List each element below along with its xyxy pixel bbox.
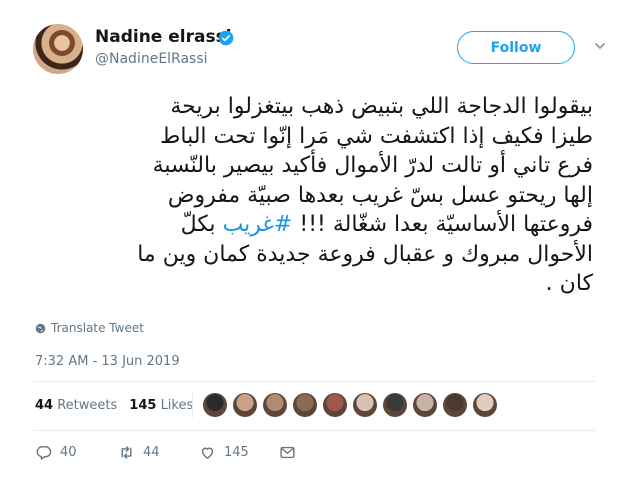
- liker-avatar[interactable]: [323, 393, 347, 417]
- tweet-line: إلها ريحتو عسل بسّ غريب بعدها صبيّة مفرو…: [167, 182, 593, 208]
- like-button[interactable]: 145: [199, 444, 279, 461]
- retweets-stat[interactable]: 44 Retweets: [35, 398, 117, 413]
- globe-icon: [35, 323, 46, 333]
- tweet-line-segment: بكلّ: [180, 212, 223, 237]
- likes-count: 145: [129, 398, 157, 413]
- tweet-line: طيزا فكيف إذا اكتشفت شي مَرا إنّوا تحت ا…: [160, 123, 593, 149]
- stats-separator: [192, 392, 193, 418]
- envelope-icon: [280, 446, 295, 459]
- retweets-count: 44: [35, 398, 54, 413]
- retweet-count: 44: [143, 445, 160, 460]
- likes-stat[interactable]: 145 Likes: [129, 398, 193, 413]
- reply-button[interactable]: 40: [35, 444, 118, 461]
- engagement-stats: 44 Retweets 145 Likes: [35, 398, 193, 413]
- liker-avatar[interactable]: [293, 393, 317, 417]
- retweet-icon: [121, 446, 132, 459]
- tweet-line-segment: فروعتها الأساسيّة بعدا شغّالة !!!: [292, 212, 593, 237]
- tweet-line: كان .: [545, 271, 593, 296]
- divider: [33, 381, 595, 382]
- verified-badge-icon: [218, 30, 234, 46]
- user-handle[interactable]: @NadineElRassi: [95, 51, 208, 67]
- chevron-down-icon[interactable]: [594, 40, 606, 52]
- liker-avatar[interactable]: [233, 393, 257, 417]
- liker-avatar[interactable]: [383, 393, 407, 417]
- divider: [33, 430, 595, 431]
- heart-icon: [201, 447, 214, 459]
- display-name[interactable]: Nadine elrassi: [95, 27, 232, 47]
- likes-label: Likes: [160, 398, 194, 413]
- liker-avatar[interactable]: [203, 393, 227, 417]
- avatar[interactable]: [33, 24, 83, 74]
- tweet-line: بيقولوا الدجاجة اللي بتبيض ذهب بيتغزلوا …: [170, 94, 593, 119]
- tweet-line: فرع تاني أو تالت لدرّ الأموال فأكيد بيصي…: [152, 153, 593, 178]
- liker-avatar[interactable]: [263, 393, 287, 417]
- retweets-label: Retweets: [57, 398, 118, 413]
- translate-label[interactable]: Translate Tweet: [51, 321, 144, 335]
- direct-message-button[interactable]: [279, 444, 296, 461]
- reply-count: 40: [60, 445, 77, 460]
- tweet-line: الأحوال مبروك و عقبال فروعة جديدة كمان و…: [137, 241, 593, 267]
- timestamp[interactable]: 7:32 AM - 13 Jun 2019: [35, 354, 180, 369]
- tweet-actions: 40 44 145: [35, 444, 296, 461]
- likers-avatars: [203, 393, 497, 417]
- retweet-button[interactable]: 44: [118, 444, 199, 461]
- liker-avatar[interactable]: [473, 393, 497, 417]
- liker-avatar[interactable]: [443, 393, 467, 417]
- like-count: 145: [224, 445, 249, 460]
- liker-avatar[interactable]: [353, 393, 377, 417]
- translate-tweet-link[interactable]: Translate Tweet: [35, 321, 144, 335]
- follow-button[interactable]: Follow: [457, 31, 575, 64]
- tweet-line-with-hashtag: فروعتها الأساسيّة بعدا شغّالة !!! #غريب …: [33, 210, 593, 240]
- hashtag-link[interactable]: #غريب: [223, 212, 293, 237]
- reply-icon: [36, 446, 52, 460]
- liker-avatar[interactable]: [413, 393, 437, 417]
- tweet-text: بيقولوا الدجاجة اللي بتبيض ذهب بيتغزلوا …: [33, 92, 593, 299]
